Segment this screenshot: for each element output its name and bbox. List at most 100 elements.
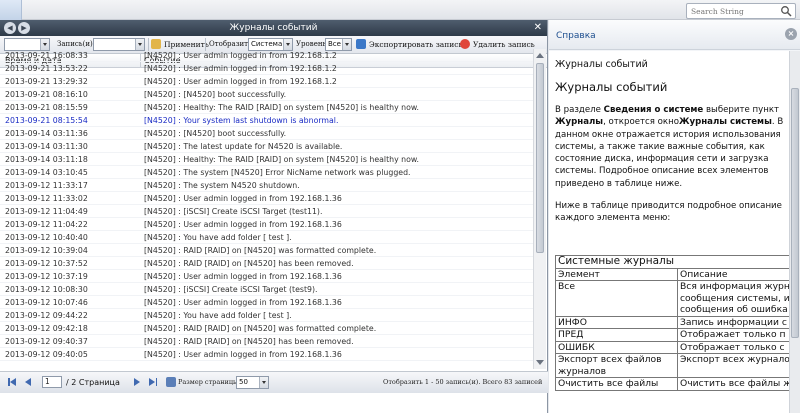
table-row[interactable]: 2013-09-12 11:33:02 [N4520] : User admin … (0, 192, 533, 205)
window-title-bar: ◀ ▶ Журналы событий ✕ (0, 20, 547, 36)
help-table-row: Очистить все файлы Очистить все файлы ж (555, 377, 789, 391)
save-icon (356, 39, 366, 49)
pagination-bar: 1 / 2 Страница Размер страницы 50 Отобра… (0, 371, 548, 393)
search-input[interactable] (687, 4, 779, 18)
row-datetime: 2013-09-21 13:29:32 (5, 77, 88, 86)
help-paragraph: Ниже в таблице приводится подробное опис… (555, 201, 782, 224)
table-row[interactable]: 2013-09-12 10:37:52 [N4520] : RAID [RAID]… (0, 257, 533, 270)
table-row[interactable]: 2013-09-12 10:40:40 [N4520] : You have ad… (0, 231, 533, 244)
next-page-icon[interactable] (133, 377, 143, 387)
row-datetime: 2013-09-12 10:07:46 (5, 298, 88, 307)
row-event: [N4520] : User admin logged in from 192.… (144, 272, 342, 281)
help-table-row: ПРЕД Отображает только п (555, 328, 789, 342)
row-event: [N4520] : You have add folder [ test ]. (144, 311, 292, 320)
page-of-label: / 2 Страница (66, 378, 120, 387)
row-event: [N4520] : RAID [RAID] on [N4520] has bee… (144, 337, 354, 346)
menu-corner-icon[interactable] (0, 0, 22, 20)
row-datetime: 2013-09-12 10:39:04 (5, 246, 88, 255)
help-title-bar: Справка × (549, 20, 800, 50)
last-page-icon[interactable] (148, 377, 158, 387)
page-size-select[interactable]: 50 (236, 376, 269, 389)
table-row[interactable]: 2013-09-12 09:40:37 [N4520] : RAID [RAID]… (0, 335, 533, 348)
row-datetime: 2013-09-21 08:16:10 (5, 90, 88, 99)
help-table-description: Отображает только с (677, 340, 789, 354)
row-datetime: 2013-09-14 03:11:36 (5, 129, 88, 138)
help-heading: Журналы событий (555, 59, 648, 70)
table-row[interactable]: 2013-09-14 03:10:45 [N4520] : The system … (0, 166, 533, 179)
table-row[interactable]: 2013-09-21 13:53:22 [N4520] : User admin … (0, 62, 533, 75)
row-datetime: 2013-09-12 09:44:22 (5, 311, 88, 320)
log-scrollbar[interactable] (533, 49, 546, 369)
table-row[interactable]: 2013-09-21 08:15:59 [N4520] : Healthy: Th… (0, 101, 533, 114)
table-row[interactable]: 2013-09-12 09:44:22 [N4520] : You have ad… (0, 309, 533, 322)
row-event: [N4520] : RAID [RAID] on [N4520] has bee… (144, 259, 354, 268)
search-icon[interactable] (780, 5, 792, 17)
row-event: [N4520] : Healthy: The RAID [RAID] on sy… (144, 103, 420, 112)
apply-icon (151, 39, 161, 49)
row-datetime: 2013-09-12 10:37:52 (5, 259, 88, 268)
row-datetime: 2013-09-12 10:08:30 (5, 285, 88, 294)
log-rows: 2013-09-21 16:08:33 [N4520] : User admin … (0, 49, 533, 369)
row-event: [N4520] : The latest update for N4520 is… (144, 142, 343, 151)
help-table-row: ОШИБК Отображает только с (555, 340, 789, 354)
row-datetime: 2013-09-12 09:40:05 (5, 350, 88, 359)
table-row[interactable]: 2013-09-21 13:29:32 [N4520] : User admin … (0, 75, 533, 88)
table-row[interactable]: 2013-09-21 08:15:54 [N4520] : Your system… (0, 114, 533, 127)
table-row[interactable]: 2013-09-12 10:39:04 [N4520] : RAID [RAID]… (0, 244, 533, 257)
table-row[interactable]: 2013-09-12 10:08:30 [N4520] : [iSCSI] Cre… (0, 283, 533, 296)
scroll-up-icon[interactable] (536, 53, 544, 58)
table-row[interactable]: 2013-09-12 11:04:22 [N4520] : User admin … (0, 218, 533, 231)
row-event: [N4520] : [iSCSI] Create iSCSI Target (t… (144, 285, 318, 294)
table-row[interactable]: 2013-09-12 10:07:46 [N4520] : User admin … (0, 296, 533, 309)
row-event: [N4520] : [N4520] boot successfully. (144, 129, 287, 138)
table-row[interactable]: 2013-09-12 11:04:49 [N4520] : [iSCSI] Cre… (0, 205, 533, 218)
scroll-down-icon[interactable] (536, 360, 544, 365)
row-event: [N4520] : User admin logged in from 192.… (144, 77, 337, 86)
row-event: [N4520] : RAID [RAID] on [N4520] was for… (144, 246, 377, 255)
help-table-description: Отображает только п (677, 328, 789, 342)
help-table-description: Вся информация журн сообщения системы, и… (677, 280, 789, 317)
help-table-description: Запись информации с (677, 315, 789, 329)
row-datetime: 2013-09-12 10:40:40 (5, 233, 88, 242)
table-row[interactable]: 2013-09-12 09:42:18 [N4520] : RAID [RAID]… (0, 322, 533, 335)
scroll-thumb[interactable] (536, 63, 544, 253)
first-page-icon[interactable] (7, 377, 17, 387)
close-icon[interactable]: × (785, 28, 797, 40)
table-row[interactable]: 2013-09-12 11:33:17 [N4520] : The system … (0, 179, 533, 192)
page-input[interactable]: 1 (42, 376, 62, 388)
help-table-description: Экспорт всех журнало (677, 353, 789, 378)
help-table-row: Экспорт всех файлов журналов Экспорт всех… (555, 353, 789, 378)
table-row[interactable]: 2013-09-12 09:40:05 [N4520] : User admin … (0, 348, 533, 361)
help-table-header-description: Описание (677, 267, 789, 281)
back-icon[interactable]: ◀ (4, 22, 16, 34)
row-datetime: 2013-09-12 10:37:19 (5, 272, 88, 281)
row-event: [N4520] : User admin logged in from 192.… (144, 350, 342, 359)
chevron-down-icon[interactable] (259, 377, 268, 388)
prev-page-icon[interactable] (22, 377, 32, 387)
row-datetime: 2013-09-12 11:04:49 (5, 207, 88, 216)
table-row[interactable]: 2013-09-21 16:08:33 [N4520] : User admin … (0, 49, 533, 62)
table-row[interactable]: 2013-09-14 03:11:36 [N4520] : [N4520] boo… (0, 127, 533, 140)
table-row[interactable]: 2013-09-14 03:11:30 [N4520] : The latest … (0, 140, 533, 153)
row-datetime: 2013-09-14 03:10:45 (5, 168, 88, 177)
row-datetime: 2013-09-12 11:33:02 (5, 194, 88, 203)
row-datetime: 2013-09-12 09:40:37 (5, 337, 88, 346)
forward-icon[interactable]: ▶ (18, 22, 30, 34)
table-row[interactable]: 2013-09-14 03:11:18 [N4520] : Healthy: Th… (0, 153, 533, 166)
help-panel: Справка × Журналы событий Журналы событи… (549, 20, 800, 413)
row-event: [N4520] : User admin logged in from 192.… (144, 298, 342, 307)
help-table-element: Все (555, 280, 678, 317)
delete-icon (460, 39, 470, 49)
help-scrollbar[interactable] (789, 51, 800, 413)
scroll-thumb[interactable] (791, 88, 799, 338)
window-title: Журналы событий (229, 23, 318, 33)
table-row[interactable]: 2013-09-12 10:37:19 [N4520] : User admin … (0, 270, 533, 283)
row-event: [N4520] : User admin logged in from 192.… (144, 194, 342, 203)
help-subheading: Журналы событий (555, 80, 668, 94)
row-event: [N4520] : User admin logged in from 192.… (144, 51, 337, 60)
search-box[interactable] (686, 3, 796, 19)
help-table-element: Очистить все файлы (555, 377, 678, 391)
table-row[interactable]: 2013-09-21 08:16:10 [N4520] : [N4520] boo… (0, 88, 533, 101)
help-table-description: Очистить все файлы ж (677, 377, 789, 391)
close-icon[interactable]: ✕ (534, 20, 542, 36)
